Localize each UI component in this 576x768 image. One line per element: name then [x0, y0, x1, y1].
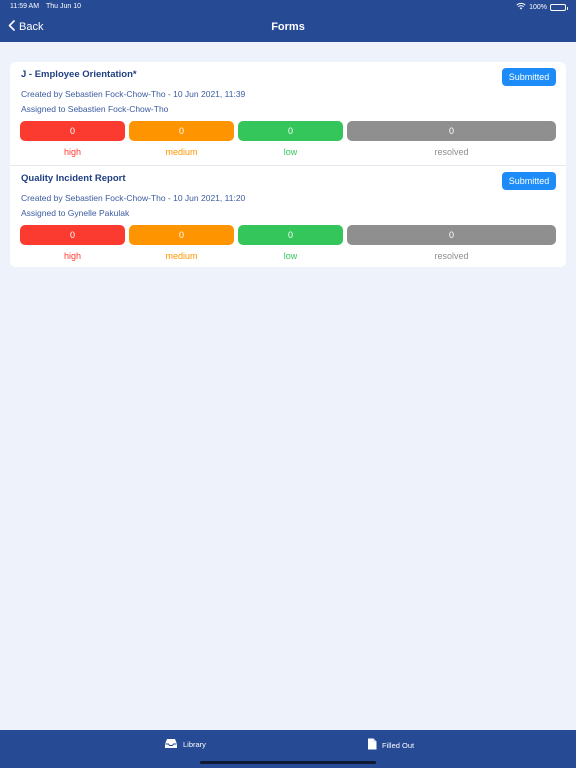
document-icon — [367, 738, 377, 752]
status-bar: 11:59 AM Thu Jun 10 100% — [0, 0, 576, 14]
form-item[interactable]: Quality Incident Report Submitted Create… — [10, 165, 566, 268]
tab-filled-out[interactable]: Filled Out — [367, 738, 414, 752]
tab-filled-out-label: Filled Out — [382, 740, 415, 750]
high-label: high — [63, 147, 81, 157]
battery-percent: 100% — [529, 3, 547, 11]
form-assigned: Assigned to Sebastien Fock-Chow-Tho — [21, 104, 169, 114]
form-item[interactable]: J - Employee Orientation* Submitted Crea… — [10, 62, 566, 165]
resolved-label: resolved — [434, 147, 469, 157]
resolved-count[interactable]: 0 — [347, 121, 556, 141]
wifi-icon — [516, 2, 526, 12]
medium-count[interactable]: 0 — [129, 121, 234, 141]
battery-icon — [550, 3, 568, 11]
low-count[interactable]: 0 — [238, 225, 343, 245]
high-count[interactable]: 0 — [20, 121, 125, 141]
tab-bar: Library Filled Out — [0, 730, 576, 768]
home-indicator — [200, 761, 376, 764]
low-label: low — [283, 251, 298, 261]
medium-count[interactable]: 0 — [129, 225, 234, 245]
high-count[interactable]: 0 — [20, 225, 125, 245]
low-label: low — [283, 147, 298, 157]
resolved-count[interactable]: 0 — [347, 225, 556, 245]
tab-library[interactable]: Library — [164, 738, 206, 751]
status-badge[interactable]: Submitted — [502, 172, 556, 190]
form-created: Created by Sebastien Fock-Chow-Tho - 10 … — [21, 193, 246, 203]
status-time: 11:59 AM — [10, 3, 40, 10]
status-date: Thu Jun 10 — [46, 3, 82, 10]
form-title: J - Employee Orientation* — [21, 69, 137, 80]
form-created: Created by Sebastien Fock-Chow-Tho - 10 … — [21, 89, 246, 99]
nav-bar: Back Forms — [0, 14, 576, 42]
top-bar: 11:59 AM Thu Jun 10 100% Back Forms — [0, 0, 576, 42]
status-right: 100% — [516, 2, 568, 12]
form-title: Quality Incident Report — [21, 173, 126, 184]
medium-label: medium — [165, 147, 198, 157]
low-count[interactable]: 0 — [238, 121, 343, 141]
medium-label: medium — [165, 251, 198, 261]
high-label: high — [63, 251, 81, 261]
tab-library-label: Library — [183, 740, 206, 749]
page-title: Forms — [271, 21, 305, 33]
inbox-icon — [164, 738, 178, 751]
status-badge[interactable]: Submitted — [502, 68, 556, 86]
resolved-label: resolved — [434, 251, 469, 261]
forms-list: J - Employee Orientation* Submitted Crea… — [10, 62, 566, 267]
form-assigned: Assigned to Gynelle Pakulak — [21, 208, 130, 218]
